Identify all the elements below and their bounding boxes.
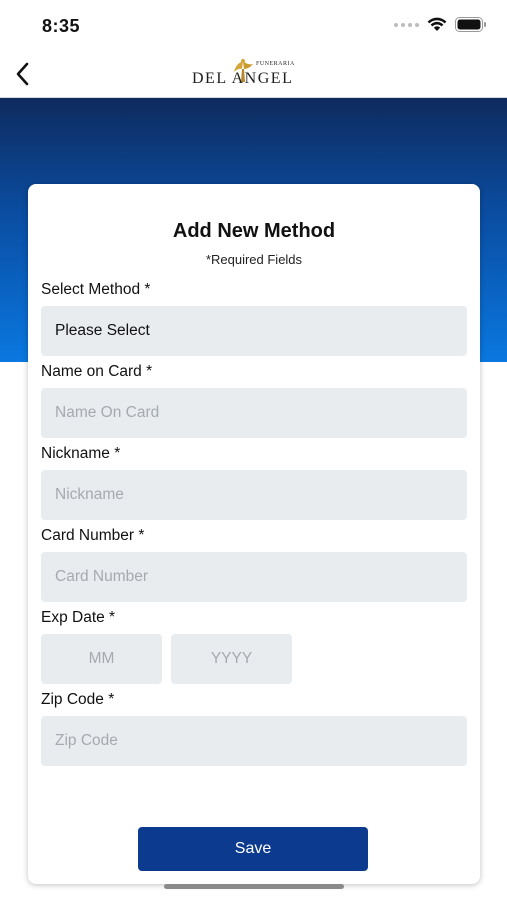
chevron-left-icon <box>16 62 29 86</box>
wifi-icon <box>427 17 447 31</box>
save-button[interactable]: Save <box>138 827 368 871</box>
back-button[interactable] <box>8 58 38 90</box>
form-title: Add New Method <box>172 220 336 242</box>
exp-year-input[interactable] <box>171 634 292 684</box>
zip-code-input[interactable] <box>41 716 467 766</box>
card-number-input[interactable] <box>41 552 467 602</box>
name-on-card-label: Name on Card * <box>41 363 153 380</box>
exp-date-label: Exp Date * <box>41 609 116 626</box>
select-method-value: Please Select <box>55 322 150 339</box>
card-number-label: Card Number * <box>41 527 145 544</box>
home-indicator[interactable] <box>164 884 344 889</box>
nickname-label: Nickname * <box>41 445 121 462</box>
logo-main-text: DEL ANGEL <box>192 70 294 87</box>
status-time: 8:35 <box>42 16 81 36</box>
funeraria-del-angel-logo: FUNERARIA DEL ANGEL <box>192 58 322 90</box>
select-method-dropdown[interactable]: Please Select <box>41 306 467 356</box>
select-method-label: Select Method * <box>41 281 151 298</box>
nickname-input[interactable] <box>41 470 467 520</box>
battery-icon <box>455 17 486 32</box>
zip-code-label: Zip Code * <box>41 691 115 708</box>
logo-top-text: FUNERARIA <box>256 61 295 67</box>
status-bar: 8:35 <box>0 0 507 52</box>
navigation-bar: FUNERARIA DEL ANGEL <box>0 52 507 98</box>
required-fields-note: *Required Fields <box>205 252 303 267</box>
add-method-card: Add New Method *Required Fields Select M… <box>28 184 480 884</box>
cellular-signal-icon <box>394 22 419 27</box>
status-icons <box>394 17 487 32</box>
name-on-card-input[interactable] <box>41 388 467 438</box>
exp-month-input[interactable] <box>41 634 162 684</box>
